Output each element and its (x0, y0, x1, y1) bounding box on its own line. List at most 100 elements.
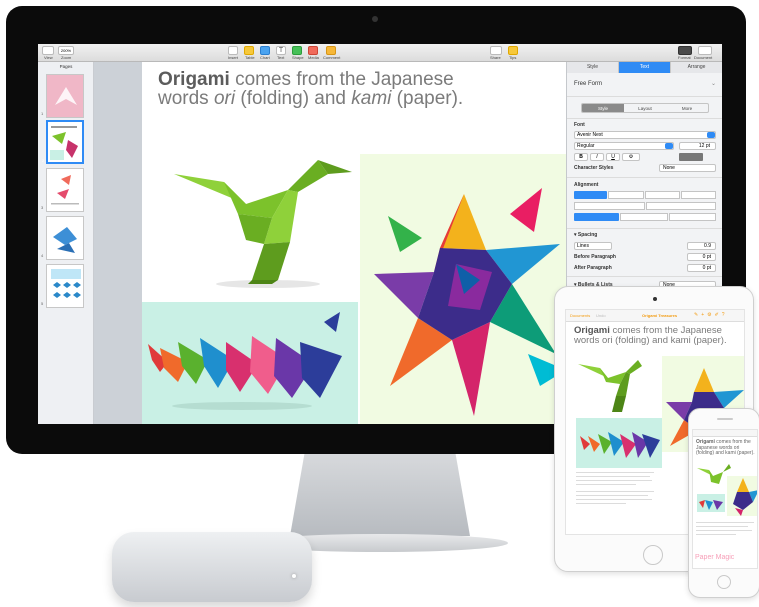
spacing-header-label: Spacing (577, 232, 598, 238)
align-right-button[interactable] (644, 191, 680, 199)
shape-button[interactable] (292, 46, 302, 55)
view-label: View (44, 55, 53, 60)
text-color-well[interactable] (679, 153, 703, 161)
heading-text-4: (paper). (391, 88, 464, 109)
italic-button[interactable]: I (590, 153, 604, 161)
font-family-dropdown-icon[interactable] (707, 132, 715, 138)
ipad-cranes-panel (576, 418, 662, 468)
increase-indent-button[interactable] (645, 202, 716, 210)
iphone-document-heading[interactable]: Origami comes from the Japanese words or… (696, 439, 757, 457)
table-button[interactable] (244, 46, 254, 55)
documents-button[interactable]: Documents (570, 313, 590, 318)
home-button[interactable] (717, 575, 731, 589)
document-canvas: Origami comes from the Japanese words or… (94, 62, 566, 424)
thumbnail-3-art (51, 175, 79, 205)
font-family-select[interactable]: Avenir Next (574, 131, 716, 139)
chart-button[interactable] (260, 46, 270, 55)
character-styles-label: Character Styles (574, 165, 614, 171)
ipad-dinosaur-image (578, 360, 642, 412)
text-button[interactable]: T (276, 46, 286, 55)
home-button[interactable] (643, 545, 663, 565)
underline-button[interactable]: U (606, 153, 620, 161)
heading-text-3: (folding) and (235, 88, 352, 109)
after-paragraph-label: After Paragraph (574, 265, 612, 271)
divider (567, 228, 722, 229)
page-thumbnail-2[interactable]: 2 (38, 120, 94, 168)
ipad-body-text (576, 472, 656, 504)
spacing-value-field[interactable]: 0.9 (687, 242, 716, 250)
text-subtabs: Style Layout More (581, 103, 709, 113)
cranes-image-panel[interactable] (142, 302, 358, 424)
iphone-pages-screen: Origami comes from the Japanese words or… (692, 429, 758, 569)
format-button[interactable] (678, 46, 692, 55)
font-weight-select[interactable]: Regular (574, 142, 674, 150)
indent-buttons (574, 202, 716, 210)
page-thumbnails-sidebar: Pages 1 2 3 4 5 (38, 62, 94, 424)
tips-button[interactable] (508, 46, 518, 55)
align-top-button[interactable] (574, 213, 620, 221)
page-thumbnail-1[interactable]: 1 (41, 74, 84, 118)
media-label: Media (308, 55, 319, 60)
comment-button[interactable] (326, 46, 336, 55)
bold-button[interactable]: B (574, 153, 588, 161)
align-bottom-button[interactable] (668, 213, 716, 221)
font-size-field[interactable]: 12 pt (679, 142, 716, 150)
subtab-more[interactable]: More (666, 104, 708, 112)
share-button[interactable] (490, 46, 502, 55)
before-paragraph-field[interactable]: 0 pt (687, 253, 716, 261)
subtab-style[interactable]: Style (582, 104, 624, 112)
imac-stand (290, 454, 470, 536)
status-light-icon (292, 574, 296, 578)
document-heading[interactable]: Origami comes from the Japanese words or… (158, 70, 558, 108)
decrease-indent-button[interactable] (574, 202, 645, 210)
after-paragraph-field[interactable]: 0 pt (687, 264, 716, 272)
paragraph-style-selector[interactable]: Free Form (574, 81, 602, 87)
document-page[interactable]: Origami comes from the Japanese words or… (142, 62, 566, 424)
zoom-button[interactable]: 200% (58, 46, 74, 55)
tab-arrange[interactable]: Arrange (671, 62, 722, 73)
ipad-document-heading[interactable]: Origami comes from the Japanese words or… (574, 326, 744, 346)
tab-style[interactable]: Style (567, 62, 619, 73)
tab-text[interactable]: Text (619, 62, 671, 73)
align-justify-button[interactable] (680, 191, 716, 199)
inspector-tabs: Style Text Arrange (567, 62, 722, 73)
spacing-header[interactable]: ▾ Spacing (574, 232, 597, 238)
page-thumbnail-4[interactable]: 4 (41, 216, 84, 260)
camera-icon (653, 297, 657, 301)
font-weight-dropdown-icon[interactable] (665, 143, 673, 149)
iphone-caption: Paper Magic (695, 554, 735, 561)
thumbnail-number: 2 (42, 158, 45, 163)
star-image-panel[interactable] (360, 154, 566, 424)
toolbar-tool-icons[interactable]: ✎+⚙✐? (694, 312, 728, 318)
alignment-buttons (574, 191, 716, 199)
page-thumbnail-3[interactable]: 3 (41, 168, 84, 212)
origami-dinosaur-image[interactable] (168, 152, 358, 292)
alignment-header: Alignment (574, 182, 599, 188)
align-middle-button[interactable] (620, 213, 668, 221)
text-options-gear-icon[interactable]: ⚙ (622, 153, 640, 161)
origami-cranes-image (148, 312, 342, 410)
undo-button[interactable]: Undo (596, 313, 606, 318)
page-thumbnail-5[interactable]: 5 (41, 264, 84, 308)
document-button[interactable] (698, 46, 712, 55)
insert-button[interactable] (228, 46, 238, 55)
chevron-down-icon: ⌄ (711, 81, 717, 87)
subtab-layout[interactable]: Layout (624, 104, 666, 112)
sidebar-title: Pages (59, 64, 73, 69)
media-button[interactable] (308, 46, 318, 55)
insert-label: Insert (228, 55, 239, 60)
text-label: Text (277, 55, 285, 60)
align-left-button[interactable] (574, 191, 608, 199)
format-label: Format (678, 55, 691, 60)
view-button[interactable] (42, 46, 54, 55)
character-styles-select[interactable]: None (659, 164, 716, 172)
thumbnail-5-art (51, 269, 81, 298)
heading-italic-ori: ori (213, 88, 236, 109)
thumbnail-number: 5 (41, 301, 44, 306)
align-center-button[interactable] (608, 191, 644, 199)
spacing-mode-select[interactable]: Lines (574, 242, 612, 250)
heading-italic-kami: kami (351, 88, 392, 109)
thumbnail-number: 1 (41, 111, 44, 116)
divider (567, 177, 722, 178)
zoom-label: Zoom (61, 55, 72, 60)
